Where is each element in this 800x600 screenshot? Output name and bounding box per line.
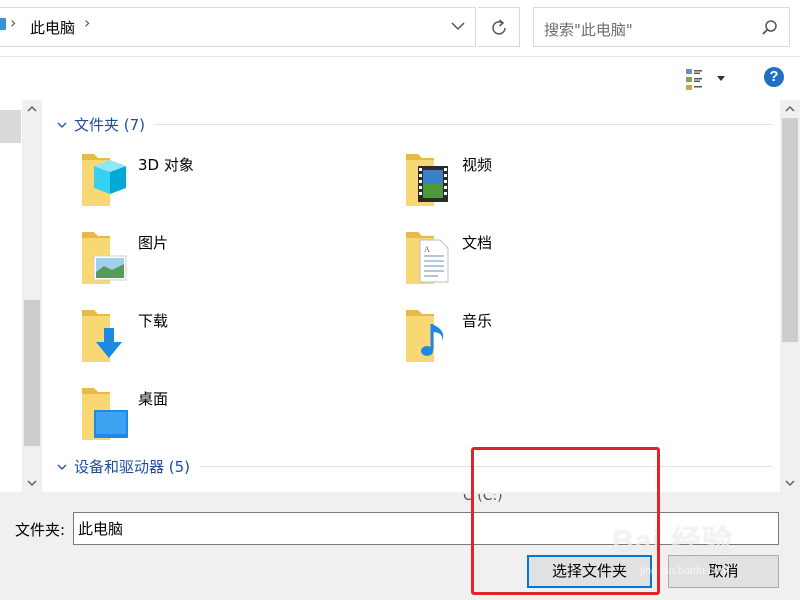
- folder-label: 文件夹:: [15, 521, 66, 539]
- group-header-devices[interactable]: 设备和驱动器 (5): [74, 456, 190, 477]
- search-input[interactable]: 搜索"此电脑": [544, 19, 633, 40]
- search-icon[interactable]: [760, 18, 780, 38]
- address-dropdown-icon[interactable]: [446, 14, 470, 38]
- item-label: 下载: [138, 312, 169, 330]
- folder-item-3d-objects[interactable]: 3D 对象: [80, 148, 380, 212]
- 3d-objects-folder-icon: [82, 154, 126, 206]
- pictures-folder-icon: [82, 232, 127, 284]
- breadcrumb-chevron-icon[interactable]: ›: [10, 13, 16, 32]
- item-label: 文档: [462, 234, 493, 252]
- this-pc-icon: [0, 18, 6, 30]
- refresh-button[interactable]: [478, 7, 520, 47]
- help-button[interactable]: ?: [764, 67, 784, 87]
- svg-text:A: A: [424, 245, 430, 254]
- breadcrumb-chevron-icon[interactable]: ›: [84, 13, 90, 32]
- item-label: 桌面: [138, 390, 169, 408]
- folder-item-music[interactable]: 音乐: [404, 304, 704, 368]
- item-label: 视频: [462, 156, 493, 174]
- collapse-chevron-icon[interactable]: [56, 461, 68, 473]
- search-box[interactable]: 搜索"此电脑": [533, 7, 790, 47]
- nav-scrollbar-thumb[interactable]: [24, 300, 40, 446]
- scroll-up-icon[interactable]: [22, 100, 42, 118]
- scroll-down-icon[interactable]: [22, 474, 42, 492]
- folder-item-pictures[interactable]: 图片: [80, 226, 380, 290]
- item-label: 音乐: [462, 312, 493, 330]
- desktop-folder-icon: [82, 388, 128, 440]
- command-bar: [0, 57, 800, 100]
- nav-selected-item[interactable]: [0, 110, 21, 143]
- documents-folder-icon: A: [406, 232, 449, 284]
- item-label: 图片: [138, 234, 169, 252]
- scroll-down-icon[interactable]: [780, 474, 800, 492]
- view-options-icon[interactable]: [683, 66, 729, 92]
- downloads-folder-icon: [82, 310, 122, 362]
- breadcrumb-this-pc[interactable]: 此电脑: [30, 17, 75, 38]
- collapse-chevron-icon[interactable]: [56, 119, 68, 131]
- folder-item-videos[interactable]: 视频: [404, 148, 704, 212]
- group-header-folders[interactable]: 文件夹 (7): [74, 114, 145, 135]
- folder-item-downloads[interactable]: 下载: [80, 304, 380, 368]
- content-scrollbar-thumb[interactable]: [782, 118, 798, 342]
- scroll-up-icon[interactable]: [780, 100, 800, 118]
- music-folder-icon: [406, 310, 444, 362]
- highlight-annotation-box: [471, 447, 660, 595]
- item-label: 3D 对象: [138, 156, 194, 174]
- folder-item-desktop[interactable]: 桌面: [80, 382, 380, 446]
- videos-folder-icon: [406, 154, 448, 206]
- group-divider: [154, 124, 772, 125]
- refresh-icon: [492, 19, 506, 35]
- folder-item-documents[interactable]: A 文档: [404, 226, 704, 290]
- file-list: 文件夹 (7) 3D 对象 视频 图片 A 文档 下载 音乐 桌面 设备和驱动器…: [42, 100, 780, 492]
